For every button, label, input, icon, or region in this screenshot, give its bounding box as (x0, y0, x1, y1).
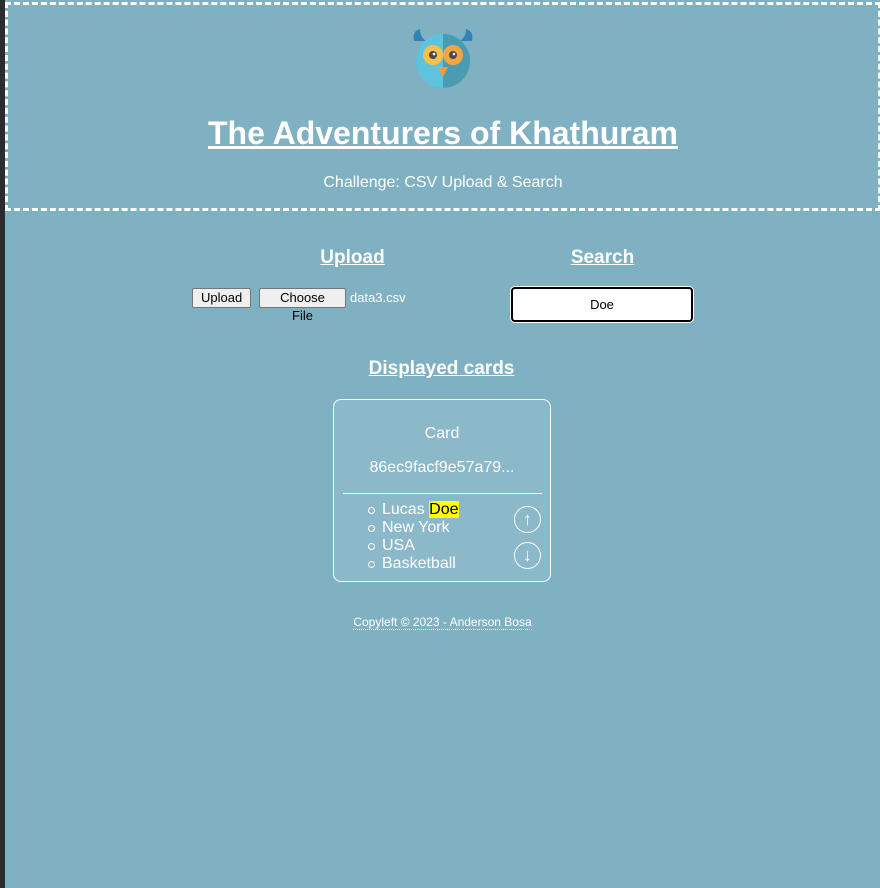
card-field-list: Lucas Doe New York USA Basketball (368, 501, 459, 573)
upload-button[interactable]: Upload (192, 288, 251, 308)
search-match-highlight: Doe (429, 501, 459, 518)
upload-heading: Upload (320, 247, 385, 268)
owl-icon (413, 29, 473, 88)
displayed-cards-heading: Displayed cards (368, 358, 515, 379)
list-item-country: USA (368, 537, 459, 555)
list-item-name: Lucas Doe (368, 501, 459, 519)
card: Card 86ec9facf9e57a79... Lucas Doe New Y… (333, 399, 551, 582)
search-input[interactable] (511, 287, 693, 322)
selected-file-name: data3.csv (350, 290, 406, 305)
card-title: Card (424, 425, 460, 442)
move-down-icon[interactable]: ↓ (514, 542, 541, 569)
page-title[interactable]: The Adventurers of Khathuram (8, 113, 878, 153)
list-item-city: New York (368, 519, 459, 537)
name-text: Lucas (382, 501, 430, 518)
card-id: 86ec9facf9e57a79... (369, 459, 515, 476)
footer: Copyleft © 2023 - Anderson Bosa (5, 614, 880, 630)
card-divider (343, 493, 542, 494)
footer-link[interactable]: Copyleft © 2023 - Anderson Bosa (353, 615, 532, 630)
header: The Adventurers of Khathuram Challenge: … (5, 2, 880, 211)
choose-file-button[interactable]: Choose File (259, 288, 346, 323)
search-heading: Search (570, 247, 635, 268)
page: The Adventurers of Khathuram Challenge: … (5, 0, 880, 888)
move-up-icon[interactable]: ↑ (514, 506, 541, 533)
page-subtitle: Challenge: CSV Upload & Search (323, 174, 563, 191)
list-item-sport: Basketball (368, 555, 459, 573)
